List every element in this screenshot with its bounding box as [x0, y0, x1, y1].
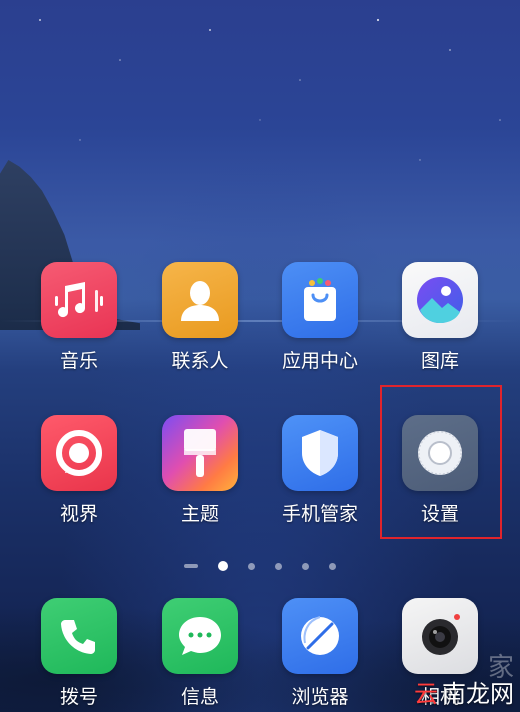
- camera-icon: [402, 598, 478, 674]
- app-music[interactable]: 音乐: [29, 262, 129, 372]
- gallery-icon: [402, 262, 478, 338]
- shield-icon: [282, 415, 358, 491]
- watermark-prefix: 云: [414, 680, 438, 708]
- app-label: 主题: [180, 503, 219, 525]
- app-label: 手机管家: [281, 503, 358, 525]
- app-label: 应用中心: [281, 350, 358, 372]
- app-contacts[interactable]: 联系人: [150, 262, 250, 372]
- app-store-icon: [282, 262, 358, 338]
- page-indicator[interactable]: [0, 560, 520, 572]
- app-phone-manager[interactable]: 手机管家: [270, 415, 370, 525]
- browser-icon: [282, 598, 358, 674]
- watermark: 云南龙网: [414, 678, 514, 708]
- phone-icon: [41, 598, 117, 674]
- contacts-icon: [162, 262, 238, 338]
- app-label: 联系人: [171, 350, 229, 372]
- dock-messages[interactable]: 信息: [150, 598, 250, 708]
- page-dot-active: [218, 561, 228, 571]
- app-label: 拨号: [59, 686, 98, 708]
- page-dash: [184, 564, 198, 568]
- message-icon: [162, 598, 238, 674]
- dock-phone[interactable]: 拨号: [29, 598, 129, 708]
- app-label: 图库: [420, 350, 459, 372]
- page-dot: [248, 562, 255, 570]
- watermark-text: 南龙网: [442, 680, 514, 708]
- app-theme[interactable]: 主题: [150, 415, 250, 525]
- video-icon: [41, 415, 117, 491]
- app-label: 音乐: [59, 350, 98, 372]
- music-icon: [41, 262, 117, 338]
- app-label: 浏览器: [291, 686, 349, 708]
- dock-browser[interactable]: 浏览器: [270, 598, 370, 708]
- page-dot: [329, 562, 336, 570]
- app-store[interactable]: 应用中心: [270, 262, 370, 372]
- app-label: 视界: [59, 503, 98, 525]
- starfield: [39, 18, 501, 161]
- app-gallery[interactable]: 图库: [390, 262, 490, 372]
- page-dot: [302, 562, 309, 570]
- theme-brush-icon: [162, 415, 238, 491]
- app-label: 信息: [180, 686, 219, 708]
- settings-highlight-box: [380, 385, 502, 539]
- page-dot: [275, 562, 282, 570]
- app-video[interactable]: 视界: [29, 415, 129, 525]
